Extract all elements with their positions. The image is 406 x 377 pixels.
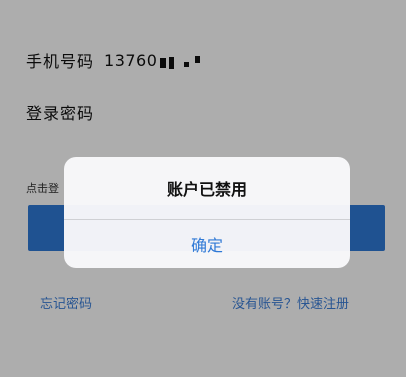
alert-dialog: 账户已禁用 确定: [64, 157, 350, 268]
dialog-title: 账户已禁用: [166, 180, 247, 199]
confirm-button[interactable]: 确定: [64, 220, 350, 268]
